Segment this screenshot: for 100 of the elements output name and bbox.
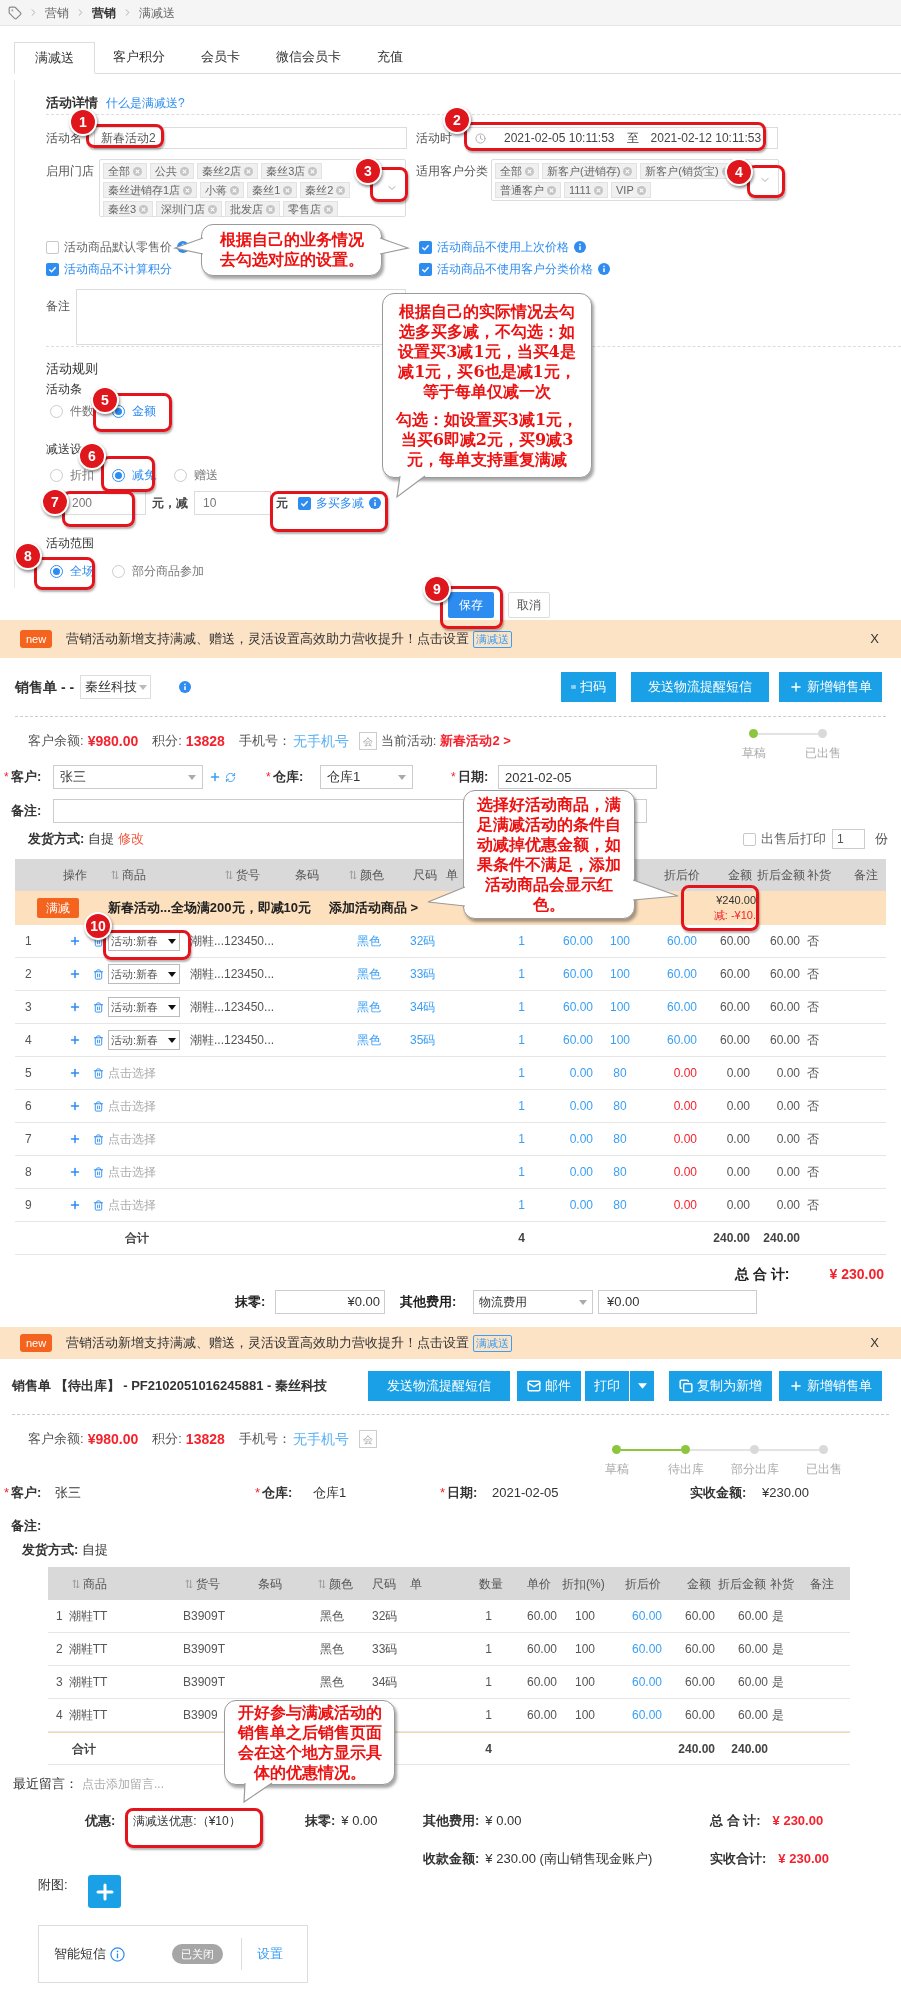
- checkbox[interactable]: [46, 240, 59, 254]
- tag-chip[interactable]: 秦丝3: [103, 201, 154, 217]
- remove-icon[interactable]: [133, 166, 142, 176]
- tag-chip[interactable]: 批发店: [225, 201, 281, 217]
- add-row-icon[interactable]: [69, 1001, 81, 1013]
- checkbox[interactable]: [46, 262, 59, 276]
- remove-icon[interactable]: [594, 185, 604, 195]
- tag-chip[interactable]: 全部: [103, 163, 147, 179]
- cancel-button[interactable]: 取消: [508, 592, 550, 618]
- trash-icon[interactable]: [93, 1001, 104, 1013]
- checkbox[interactable]: [419, 262, 432, 276]
- tab[interactable]: 客户积分: [95, 41, 183, 73]
- trash-icon[interactable]: [93, 1133, 104, 1145]
- warehouse-select[interactable]: 仓库1: [320, 765, 413, 789]
- breadcrumb-item[interactable]: 营销: [45, 3, 69, 22]
- sort-icon[interactable]: [185, 1578, 193, 1589]
- remove-icon[interactable]: [244, 166, 254, 176]
- tag-chip[interactable]: 普通客户: [495, 182, 561, 198]
- remove-icon[interactable]: [623, 166, 633, 176]
- tag-chip[interactable]: 新客户(进销存): [542, 163, 638, 179]
- action-button[interactable]: 新增销售单: [779, 672, 882, 702]
- settings-link[interactable]: 设置: [257, 1944, 283, 1964]
- tab[interactable]: 充值: [359, 41, 421, 73]
- remove-icon[interactable]: [230, 185, 240, 195]
- tag-chip[interactable]: 秦丝3店: [261, 163, 323, 179]
- action-button[interactable]: 复制为新增: [669, 1371, 772, 1401]
- sort-icon[interactable]: [111, 870, 119, 880]
- activity-select[interactable]: 活动:新春: [108, 964, 180, 984]
- remove-icon[interactable]: [547, 185, 556, 195]
- remove-icon[interactable]: [283, 185, 293, 195]
- checkbox[interactable]: [298, 496, 311, 510]
- fee-amount-field[interactable]: ¥0.00: [598, 1290, 757, 1314]
- action-button[interactable]: 扫码: [561, 672, 616, 702]
- trash-icon[interactable]: [93, 1166, 104, 1178]
- company-select[interactable]: 秦丝科技: [80, 675, 152, 699]
- add-row-icon[interactable]: [69, 968, 81, 980]
- add-row-icon[interactable]: [69, 1199, 81, 1211]
- add-row-icon[interactable]: [69, 1100, 81, 1112]
- reduce-amount-field[interactable]: 10: [194, 491, 271, 515]
- add-row-icon[interactable]: [69, 1133, 81, 1145]
- remove-icon[interactable]: [308, 166, 318, 176]
- date-field[interactable]: 2021-02-05: [498, 765, 657, 789]
- activity-select[interactable]: 活动:新春: [108, 997, 180, 1017]
- remove-icon[interactable]: [208, 204, 218, 214]
- add-icon[interactable]: [209, 771, 221, 783]
- customer-select[interactable]: 张三: [53, 765, 203, 789]
- action-button[interactable]: 新增销售单: [779, 1371, 882, 1401]
- checkbox[interactable]: [419, 240, 432, 254]
- tag-chip[interactable]: 秦丝1: [247, 182, 298, 198]
- add-row-icon[interactable]: [69, 1034, 81, 1046]
- trash-icon[interactable]: [93, 1199, 104, 1211]
- tag-chip[interactable]: 秦丝进销存1店: [103, 182, 198, 198]
- trash-icon[interactable]: [93, 1100, 104, 1112]
- remove-icon[interactable]: [266, 204, 276, 214]
- refresh-icon[interactable]: [225, 771, 236, 783]
- copies-field[interactable]: 1: [832, 829, 865, 849]
- add-image-button[interactable]: [88, 1875, 121, 1908]
- remove-icon[interactable]: [139, 204, 149, 214]
- action-button[interactable]: 打印: [585, 1371, 629, 1401]
- remove-icon[interactable]: [336, 185, 346, 195]
- action-button[interactable]: 发送物流提醒短信: [631, 672, 769, 702]
- add-activity-goods-link[interactable]: 添加活动商品 >: [329, 898, 419, 918]
- trash-icon[interactable]: [93, 968, 104, 980]
- checkbox[interactable]: [743, 832, 756, 846]
- fee-type-select[interactable]: 物流费用: [473, 1290, 593, 1314]
- trash-icon[interactable]: [93, 1034, 104, 1046]
- save-button[interactable]: 保存: [448, 592, 494, 618]
- remove-icon[interactable]: [324, 204, 334, 214]
- sort-icon[interactable]: [72, 1578, 80, 1589]
- tab[interactable]: 会员卡: [183, 41, 258, 73]
- add-row-icon[interactable]: [69, 935, 81, 947]
- activity-select[interactable]: 活动:新春: [108, 1030, 180, 1050]
- rounding-field[interactable]: ¥0.00: [275, 1290, 385, 1314]
- tag-chip[interactable]: 秦丝2: [300, 182, 351, 198]
- action-button[interactable]: 邮件: [517, 1371, 581, 1401]
- sort-icon[interactable]: [349, 870, 357, 880]
- tab[interactable]: 微信会员卡: [258, 41, 359, 73]
- tag-chip[interactable]: 深圳门店: [156, 201, 223, 217]
- breadcrumb-item[interactable]: 营销: [92, 3, 116, 22]
- tag-chip[interactable]: VIP: [611, 182, 651, 198]
- sort-icon[interactable]: [225, 870, 233, 880]
- close-button[interactable]: X: [870, 1333, 879, 1353]
- remove-icon[interactable]: [180, 166, 189, 176]
- print-menu-button[interactable]: [630, 1371, 654, 1401]
- remove-icon[interactable]: [183, 185, 193, 195]
- trash-icon[interactable]: [93, 1067, 104, 1079]
- add-row-icon[interactable]: [69, 1067, 81, 1079]
- tab[interactable]: 满减送: [14, 42, 95, 74]
- edit-link[interactable]: 修改: [118, 829, 145, 849]
- sort-icon[interactable]: [318, 1578, 326, 1589]
- tag-chip[interactable]: 1111: [564, 182, 609, 198]
- tag-chip[interactable]: 小蒋: [200, 182, 245, 198]
- close-button[interactable]: X: [870, 629, 879, 649]
- remove-icon[interactable]: [636, 185, 646, 195]
- help-link[interactable]: 什么是满减送?: [106, 94, 185, 112]
- tag-chip[interactable]: 公共: [150, 163, 194, 179]
- breadcrumb-item[interactable]: 满减送: [139, 3, 175, 22]
- tag-chip[interactable]: 秦丝2店: [197, 163, 259, 179]
- remove-icon[interactable]: [525, 166, 534, 176]
- tag-chip[interactable]: 零售店: [283, 201, 339, 217]
